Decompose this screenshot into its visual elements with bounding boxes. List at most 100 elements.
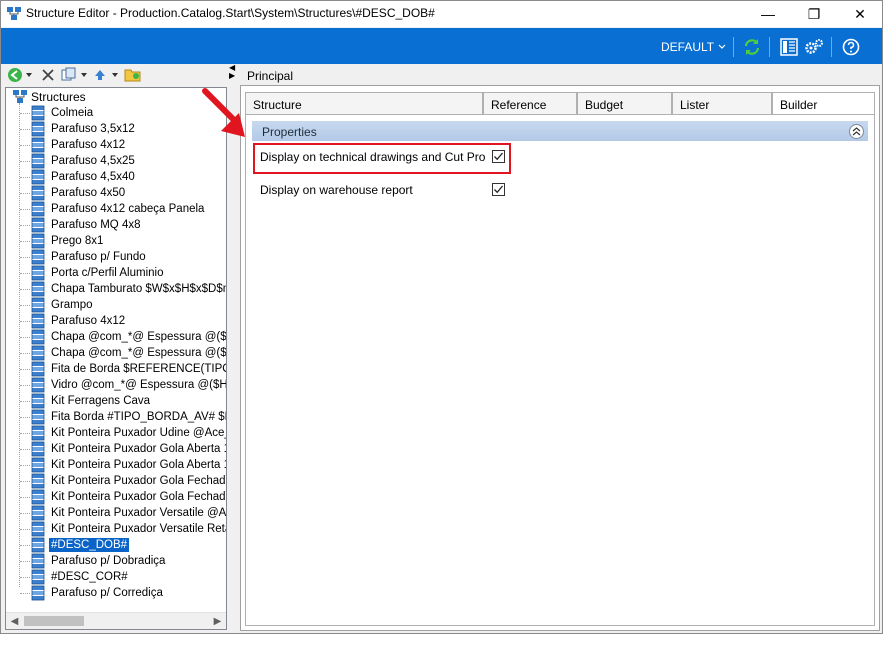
tree-item[interactable]: Kit Ponteira Puxador Gola Fechada [6,473,226,489]
tree-item-label: Parafuso p/ Corrediça [51,587,163,599]
structure-item-icon [30,329,46,345]
tree-item[interactable]: Parafuso 4x12 [6,313,226,329]
tree-connector [20,225,30,226]
tree-connector [20,209,30,210]
layout-icon[interactable] [779,37,799,57]
tree-item[interactable]: Vidro @com_*@ Espessura @($H$ [6,377,226,393]
tree-item[interactable]: Parafuso p/ Fundo [6,249,226,265]
tab-reference[interactable]: Reference [483,92,577,114]
warehouse-report-checkbox[interactable] [492,183,505,196]
tree-item[interactable]: Parafuso 3,5x12 [6,121,226,137]
collapse-up-icon[interactable] [849,124,864,139]
move-up-icon[interactable] [93,67,107,83]
tree-item[interactable]: Kit Ponteira Puxador Gola Aberta 15 [6,441,226,457]
tree-item[interactable]: Parafuso 4x50 [6,185,226,201]
structure-item-icon [30,281,46,297]
structure-item-icon [30,409,46,425]
settings-icon[interactable] [804,37,824,57]
tree-item[interactable]: Kit Ponteira Puxador Versatile @Ac [6,505,226,521]
tree-item[interactable]: Kit Ferragens Cava [6,393,226,409]
tree-item[interactable]: Parafuso 4x12 [6,137,226,153]
tree-root-structures[interactable]: Structures [12,89,86,105]
tree-item[interactable]: Kit Ponteira Puxador Gola Fechada [6,489,226,505]
tree-root-label: Structures [31,90,86,104]
tree-item[interactable]: Kit Ponteira Puxador Udine @Ace_I [6,425,226,441]
tree-connector [20,321,30,322]
app-structure-icon [7,7,21,20]
tree-item-label: Vidro @com_*@ Espessura @($H$ [51,379,227,391]
builder-tab-content: Properties Display on technical drawings… [245,114,875,626]
dropdown-arrow-icon[interactable] [81,67,87,83]
tab-builder[interactable]: Builder [772,92,875,115]
refresh-icon[interactable] [742,37,762,57]
tree-item[interactable]: Chapa @com_*@ Espessura @($H [6,329,226,345]
tree-item-label: Parafuso 4,5x25 [51,155,135,167]
tree-item[interactable]: Kit Ponteira Puxador Gola Aberta 18 [6,457,226,473]
dropdown-arrow-icon[interactable] [26,67,32,83]
tree-item[interactable]: Chapa @com_*@ Espessura @($H [6,345,226,361]
structure-item-icon [30,361,46,377]
tree-connector [20,161,30,162]
tree-item[interactable]: Parafuso 4x12 cabeça Panela [6,201,226,217]
tree-item-label: Parafuso MQ 4x8 [51,219,141,231]
tree-item[interactable]: #DESC_DOB# [6,537,226,553]
dropdown-arrow-icon[interactable] [112,67,118,83]
scroll-left-icon[interactable]: ◀ [6,613,23,629]
tree-item-label: Kit Ponteira Puxador Gola Fechada [51,491,227,503]
scroll-right-icon[interactable]: ▶ [209,613,226,629]
tree-item-label: Kit Ponteira Puxador Versatile @Ac [51,507,227,519]
ribbon-separator [769,37,770,57]
close-button[interactable]: ✕ [837,1,882,27]
minimize-button[interactable]: — [745,1,791,27]
tree-item-label: Chapa @com_*@ Espessura @($H [51,331,227,343]
tree-item[interactable]: Grampo [6,297,226,313]
tab-lister[interactable]: Lister [672,92,772,114]
profile-dropdown[interactable]: DEFAULT [661,40,726,54]
folder-icon[interactable] [124,67,142,83]
structure-item-icon [30,153,46,169]
structure-item-icon [30,297,46,313]
chevron-down-icon [718,44,726,49]
tree-item-list: Colmeia Parafuso 3,5x12 Parafuso 4x12 Paraf… [6,105,226,601]
tree-item-label: #DESC_COR# [51,571,128,583]
tab-budget[interactable]: Budget [577,92,672,114]
copy-icon[interactable] [61,67,77,83]
tree-connector [20,257,30,258]
tab-structure[interactable]: Structure [245,92,483,114]
tree-item-label: Parafuso p/ Fundo [51,251,146,263]
tree-item[interactable]: Fita de Borda $REFERENCE(TIPO [6,361,226,377]
properties-group-header[interactable]: Properties [252,121,868,141]
tree-item[interactable]: Porta c/Perfil Aluminio [6,265,226,281]
horizontal-scrollbar[interactable]: ◀ ▶ [6,612,226,629]
tree-item-label: Kit Ponteira Puxador Versatile Reta [51,523,227,535]
tree-item[interactable]: Prego 8x1 [6,233,226,249]
delete-icon[interactable] [41,67,55,83]
structure-item-icon [30,585,46,601]
tree-item[interactable]: #DESC_COR# [6,569,226,585]
tree-item[interactable]: Chapa Tamburato $W$x$H$x$D$m [6,281,226,297]
tree-item[interactable]: Parafuso p/ Corrediça [6,585,226,601]
tree-item[interactable]: Parafuso p/ Dobradiça [6,553,226,569]
tree-item[interactable]: Colmeia [6,105,226,121]
back-icon[interactable] [7,67,23,83]
scrollbar-thumb[interactable] [24,616,84,626]
tree-item-label: Fita Borda #TIPO_BORDA_AV# $F [51,411,227,423]
tree-connector [20,513,30,514]
help-icon[interactable] [841,37,861,57]
tree-item[interactable]: Fita Borda #TIPO_BORDA_AV# $F [6,409,226,425]
properties-group-label: Properties [262,125,317,139]
maximize-button[interactable]: ❐ [791,1,837,27]
structure-tree[interactable]: Structures Colmeia Parafuso 3,5x12 Parafus… [5,87,227,630]
tree-item[interactable]: Parafuso MQ 4x8 [6,217,226,233]
tree-item[interactable]: Parafuso 4,5x25 [6,153,226,169]
tree-connector [20,193,30,194]
tree-connector [20,385,30,386]
structure-item-icon [30,441,46,457]
tree-item-label: Parafuso 4,5x40 [51,171,135,183]
structure-item-icon [30,201,46,217]
tree-item[interactable]: Parafuso 4,5x40 [6,169,226,185]
tree-item[interactable]: Kit Ponteira Puxador Versatile Reta [6,521,226,537]
structure-item-icon [30,345,46,361]
tree-item-label: Porta c/Perfil Aluminio [51,267,164,279]
tree-connector [20,433,30,434]
